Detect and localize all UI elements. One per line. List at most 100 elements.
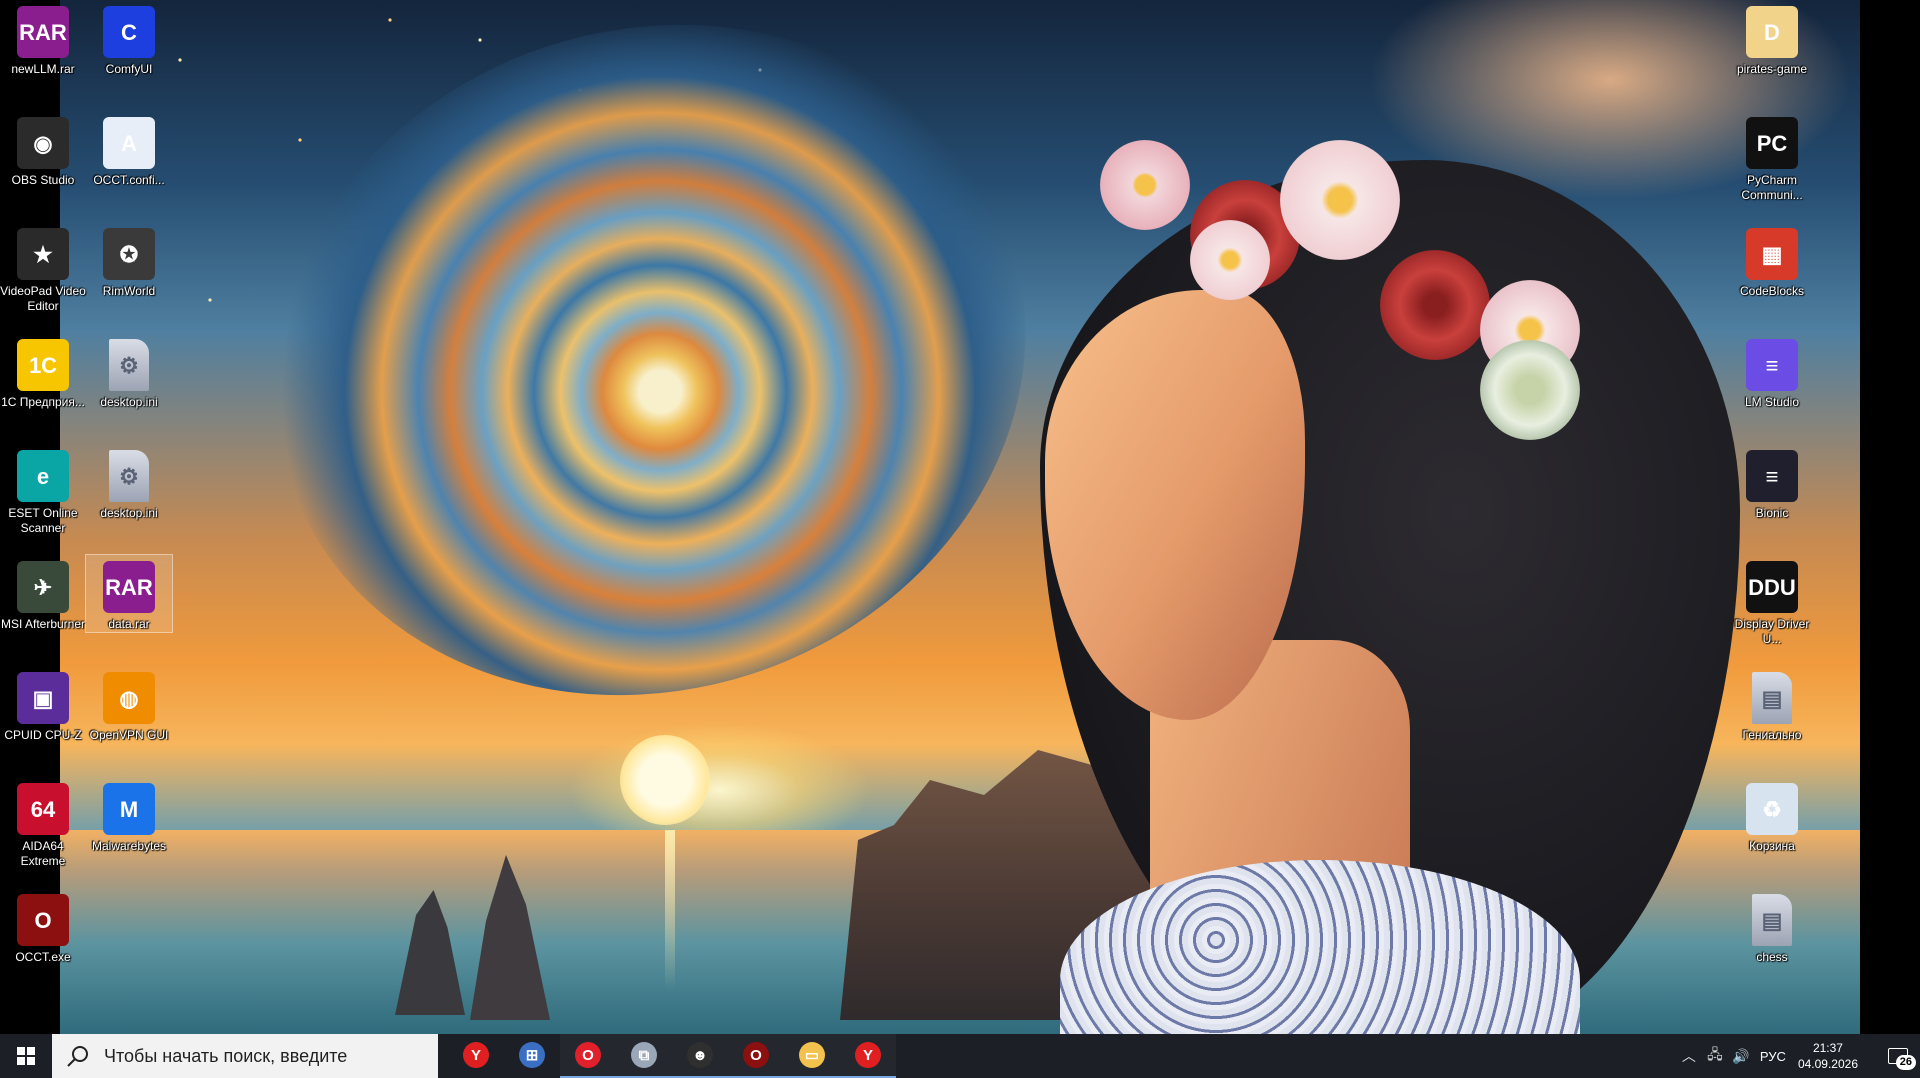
app-icon: RAR [103,561,155,613]
taskbar-app-chat-app[interactable]: ☻ [672,1034,728,1078]
action-center-button[interactable]: 26 [1876,1034,1920,1078]
app-icon: D [1746,6,1798,58]
desktop-icon[interactable]: Dpirates-game [1729,0,1815,77]
desktop-icon[interactable]: ✈ MSI Afterburner [0,555,86,632]
desktop-icon[interactable]: PC PyCharm Communi... [1729,111,1815,203]
app-icon: 1С [17,339,69,391]
yandex-browser-icon: Y [463,1042,489,1068]
input-language[interactable]: РУС [1760,1049,1786,1064]
desktop-icon[interactable]: ✪ RimWorld [86,222,172,299]
desktop-icon[interactable]: A OCCT.confi... [86,111,172,188]
desktop-icon[interactable]: C ComfyUI [86,0,172,77]
desktop-icon[interactable]: ≡ LM Studio [1729,333,1815,410]
app-icon: ▤ [1752,672,1792,724]
yandex-icon: Y [855,1042,881,1068]
wallpaper-sun [620,735,710,825]
desktop-icon[interactable]: ◉ OBS Studio [0,111,86,188]
app-icon: ★ [17,228,69,280]
clock-time: 21:37 [1812,1041,1843,1055]
app-icon: ⚙ [109,450,149,502]
wallpaper-flower [1280,140,1400,260]
chat-app-icon: ☻ [687,1042,713,1068]
app-icon: 64 [17,783,69,835]
desktop-icon[interactable]: ◍ OpenVPN GUI [86,666,172,743]
wallpaper-flower [1190,220,1270,300]
desktop-icon-label: Корзина [1749,839,1795,853]
desktop-icon[interactable]: ♻ Корзина [1729,777,1815,854]
taskbar-app-opera[interactable]: O [560,1034,616,1078]
desktop-icon-label: newLLM.rar [11,62,75,76]
desktop-wallpaper [60,0,1860,1034]
app-icon: ▣ [17,672,69,724]
file-explorer-icon: ▭ [799,1042,825,1068]
desktop-icon-label: PyCharm Communi... [1741,173,1803,202]
desktop-icon[interactable]: 64 AIDA64 Extreme [0,777,86,869]
occt-icon: O [743,1042,769,1068]
desktop-icon[interactable]: ▣ CPUID CPU-Z [0,666,86,743]
desktop-icon-label: RimWorld [102,284,156,298]
desktop-icon[interactable]: ≡ Bionic [1729,444,1815,521]
desktop-icon-label: OpenVPN GUI [89,728,169,742]
wallpaper-flower [1480,340,1580,440]
taskbar-clock[interactable]: 21:37 04.09.2026 [1798,1040,1858,1072]
desktop-icon-label: pirates-game [1736,62,1808,76]
notification-count-badge: 26 [1895,1055,1916,1070]
desktop-icon[interactable]: ▤ Гениально [1729,666,1815,743]
desktop-icon[interactable]: ⚙ desktop.ini [86,333,172,410]
app-icon: C [103,6,155,58]
desktop-icon[interactable]: 1С 1С Предприя... [0,333,86,410]
desktop-icon-label: MSI Afterburner [0,617,86,631]
volume-icon[interactable]: 🔊 [1728,1048,1754,1065]
desktop-icon[interactable]: ▤ chess [1729,888,1815,965]
taskbar-app-network-tool[interactable]: ⊞ [504,1034,560,1078]
opera-icon: O [575,1042,601,1068]
chevron-up-icon[interactable]: ︿ [1676,1046,1702,1066]
desktop-icon-label: CodeBlocks [1739,284,1805,298]
app-icon: ≡ [1746,450,1798,502]
screen-right-edge [1860,0,1920,1034]
taskbar-app-file-explorer[interactable]: ▭ [784,1034,840,1078]
desktop-icon[interactable]: O OCCT.exe [0,888,86,965]
taskbar-pinned-apps: Y ⊞ O ⧉ ☻ O ▭ Y [448,1034,896,1078]
desktop-icon[interactable]: M Malwarebytes [86,777,172,854]
wallpaper-flower [1380,250,1490,360]
desktop-icon[interactable]: RAR data.rar [85,554,173,633]
app-icon: e [17,450,69,502]
app-icon: ⚙ [109,339,149,391]
app-icon: ▤ [1752,894,1792,946]
taskbar-app-occt[interactable]: O [728,1034,784,1078]
start-button[interactable] [0,1034,52,1078]
desktop-icon-label: VideoPad Video Editor [0,284,86,313]
desktop-icon[interactable]: ▦ CodeBlocks [1729,222,1815,299]
app-icon: ≡ [1746,339,1798,391]
desktop-icon-label: LM Studio [1744,395,1800,409]
taskbar-app-yandex-browser[interactable]: Y [448,1034,504,1078]
wallpaper-flower [1100,140,1190,230]
desktop-icon[interactable]: ⚙ desktop.ini [86,444,172,521]
network-icon[interactable]: 🖧 [1702,1044,1728,1068]
app-icon: ✪ [103,228,155,280]
desktop-icon-label: ESET Online Scanner [8,506,78,535]
wallpaper-sun-reflection [665,830,675,990]
taskbar-app-yandex[interactable]: Y [840,1034,896,1078]
taskbar-app-file-copy[interactable]: ⧉ [616,1034,672,1078]
app-icon: DDU [1746,561,1798,613]
desktop-icon[interactable]: ★ VideoPad Video Editor [0,222,86,314]
app-icon: ▦ [1746,228,1798,280]
taskbar: Чтобы начать поиск, введите Y ⊞ O ⧉ ☻ O ▭ Y ︿ 🖧… [0,1034,1920,1078]
desktop-icon[interactable]: e ESET Online Scanner [0,444,86,536]
clock-date: 04.09.2026 [1797,1057,1858,1071]
desktop-icon-label: ComfyUI [105,62,153,76]
desktop-icon-label: Bionic [1755,506,1789,520]
windows-logo-icon [17,1047,35,1065]
desktop-icon-label: data.rar [108,617,150,631]
app-icon: ◉ [17,117,69,169]
desktop-icon[interactable]: DDU Display Driver U... [1729,555,1815,647]
file-copy-icon: ⧉ [631,1042,657,1068]
app-icon: ♻ [1746,783,1798,835]
taskbar-search-box[interactable]: Чтобы начать поиск, введите [52,1034,438,1078]
app-icon: RAR [17,6,69,58]
network-tool-icon: ⊞ [519,1042,545,1068]
desktop-icon[interactable]: RAR newLLM.rar [0,0,86,77]
desktop-icon-label: desktop.ini [100,506,158,520]
